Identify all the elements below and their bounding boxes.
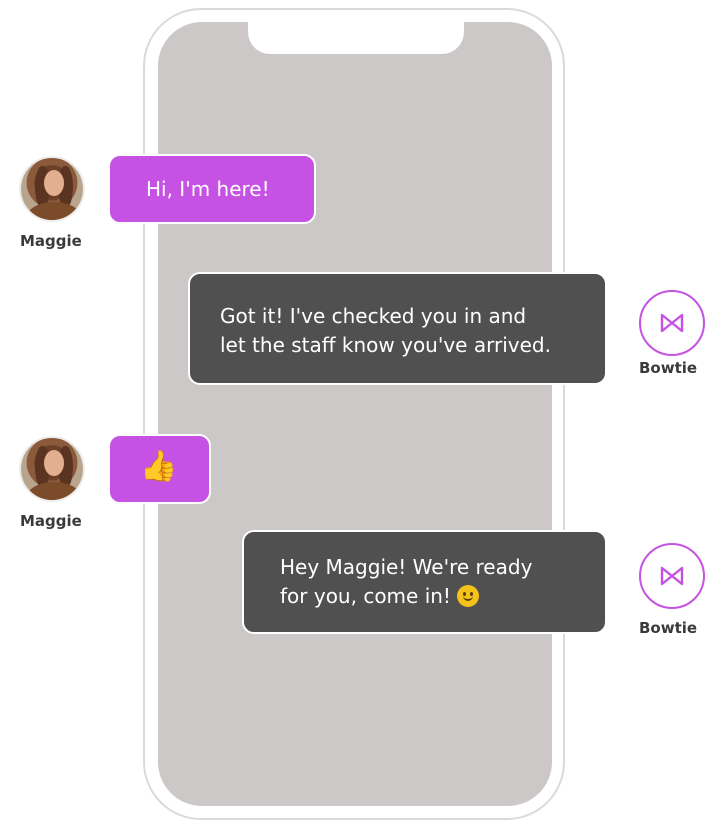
message-bubble-user: Hi, I'm here! <box>108 154 316 224</box>
sender-name-maggie: Maggie <box>20 512 82 530</box>
bowtie-avatar <box>639 543 705 609</box>
sender-name-bowtie: Bowtie <box>639 619 698 637</box>
sender-name-maggie: Maggie <box>20 232 82 250</box>
phone-screen <box>158 22 552 806</box>
bowtie-icon <box>660 313 684 333</box>
maggie-avatar <box>19 436 85 502</box>
message-bubble-bot: Got it! I've checked you in and let the … <box>188 272 607 385</box>
bowtie-avatar <box>639 290 705 356</box>
message-bubble-user: 👍 <box>108 434 211 504</box>
message-bubble-bot: Hey Maggie! We're ready for you, come in… <box>242 530 607 634</box>
message-text: Hey Maggie! We're ready <box>280 555 533 579</box>
message-text: Got it! I've checked you in and <box>220 304 527 328</box>
message-text: for you, come in! <box>280 581 479 612</box>
sender-name-bowtie: Bowtie <box>639 359 698 377</box>
message-text: Hi, I'm here! <box>146 177 270 201</box>
maggie-avatar <box>19 156 85 222</box>
bowtie-icon <box>660 566 684 586</box>
message-text: let the staff know you've arrived. <box>220 333 551 357</box>
thumbs-up-icon: 👍 <box>140 449 178 484</box>
smiley-icon <box>456 585 479 607</box>
phone-notch <box>248 20 464 54</box>
